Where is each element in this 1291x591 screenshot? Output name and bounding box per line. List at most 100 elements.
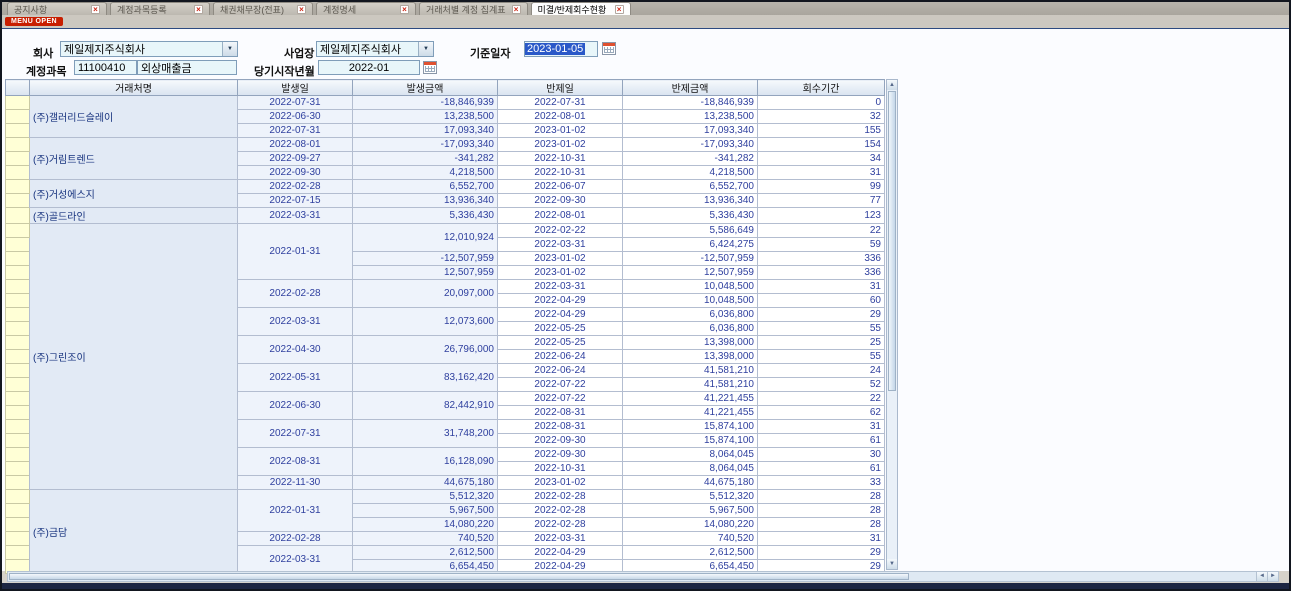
row-selector[interactable] xyxy=(6,152,30,166)
occurrence-amount-cell[interactable]: 2,612,500 xyxy=(353,546,498,560)
occurrence-amount-cell[interactable]: 12,507,959 xyxy=(353,266,498,280)
occurrence-amount-cell[interactable]: 16,128,090 xyxy=(353,448,498,476)
collection-days-cell[interactable]: 34 xyxy=(758,152,885,166)
settlement-amount-cell[interactable]: 41,221,455 xyxy=(623,406,758,420)
chevron-down-icon[interactable]: ▼ xyxy=(418,42,433,56)
occurrence-amount-cell[interactable]: 6,552,700 xyxy=(353,180,498,194)
settlement-date-cell[interactable]: 2022-06-24 xyxy=(498,364,623,378)
occurrence-date-cell[interactable]: 2022-07-31 xyxy=(238,124,353,138)
collection-days-cell[interactable]: 154 xyxy=(758,138,885,152)
occurrence-date-cell[interactable]: 2022-03-31 xyxy=(238,308,353,336)
row-selector[interactable] xyxy=(6,392,30,406)
settlement-amount-cell[interactable]: 13,936,340 xyxy=(623,194,758,208)
occurrence-date-cell[interactable]: 2022-06-30 xyxy=(238,392,353,420)
settlement-amount-cell[interactable]: 10,048,500 xyxy=(623,294,758,308)
occurrence-date-cell[interactable]: 2022-09-27 xyxy=(238,152,353,166)
occurrence-amount-cell[interactable]: 26,796,000 xyxy=(353,336,498,364)
collection-days-cell[interactable]: 24 xyxy=(758,364,885,378)
site-select[interactable]: 제일제지주식회사 ▼ xyxy=(316,41,434,57)
settlement-amount-cell[interactable]: 5,336,430 xyxy=(623,208,758,224)
tab-item-4[interactable]: 거래처별 계정 집계표× xyxy=(419,2,528,15)
row-selector[interactable] xyxy=(6,96,30,110)
horizontal-scrollbar[interactable]: ◄ ► xyxy=(7,571,1279,582)
customer-cell[interactable]: (주)그린조이 xyxy=(30,224,238,490)
settlement-date-cell[interactable]: 2022-09-30 xyxy=(498,434,623,448)
settlement-amount-cell[interactable]: -17,093,340 xyxy=(623,138,758,152)
row-selector[interactable] xyxy=(6,294,30,308)
occurrence-amount-cell[interactable]: 12,073,600 xyxy=(353,308,498,336)
scroll-left-icon[interactable]: ◄ xyxy=(1256,572,1267,581)
settlement-date-cell[interactable]: 2022-02-28 xyxy=(498,490,623,504)
settlement-amount-cell[interactable]: 13,238,500 xyxy=(623,110,758,124)
occurrence-date-cell[interactable]: 2022-11-30 xyxy=(238,476,353,490)
row-selector[interactable] xyxy=(6,448,30,462)
occurrence-amount-cell[interactable]: 5,336,430 xyxy=(353,208,498,224)
tab-close-icon[interactable]: × xyxy=(91,5,100,14)
collection-days-cell[interactable]: 31 xyxy=(758,166,885,180)
settlement-date-cell[interactable]: 2022-10-31 xyxy=(498,462,623,476)
occurrence-amount-cell[interactable]: 13,936,340 xyxy=(353,194,498,208)
occurrence-amount-cell[interactable]: 17,093,340 xyxy=(353,124,498,138)
occurrence-amount-cell[interactable]: 44,675,180 xyxy=(353,476,498,490)
row-selector[interactable] xyxy=(6,110,30,124)
collection-days-cell[interactable]: 32 xyxy=(758,110,885,124)
settlement-amount-cell[interactable]: 14,080,220 xyxy=(623,518,758,532)
occurrence-date-cell[interactable]: 2022-08-31 xyxy=(238,448,353,476)
row-selector[interactable] xyxy=(6,364,30,378)
settlement-amount-cell[interactable]: 12,507,959 xyxy=(623,266,758,280)
scroll-down-icon[interactable]: ▼ xyxy=(887,559,897,569)
occurrence-date-cell[interactable]: 2022-02-28 xyxy=(238,532,353,546)
settlement-date-cell[interactable]: 2022-08-31 xyxy=(498,406,623,420)
settlement-date-cell[interactable]: 2022-03-31 xyxy=(498,532,623,546)
settlement-date-cell[interactable]: 2022-09-30 xyxy=(498,194,623,208)
collection-days-cell[interactable]: 25 xyxy=(758,336,885,350)
settlement-date-cell[interactable]: 2022-05-25 xyxy=(498,322,623,336)
occurrence-date-cell[interactable]: 2022-02-28 xyxy=(238,180,353,194)
occurrence-date-cell[interactable]: 2022-02-28 xyxy=(238,280,353,308)
settlement-amount-cell[interactable]: 740,520 xyxy=(623,532,758,546)
settlement-amount-cell[interactable]: 41,581,210 xyxy=(623,378,758,392)
collection-days-cell[interactable]: 62 xyxy=(758,406,885,420)
grid-vertical-scrollbar[interactable]: ▲ ▼ xyxy=(886,79,898,570)
settlement-amount-cell[interactable]: 13,398,000 xyxy=(623,350,758,364)
settlement-date-cell[interactable]: 2022-04-29 xyxy=(498,294,623,308)
settlement-amount-cell[interactable]: 5,512,320 xyxy=(623,490,758,504)
settlement-amount-cell[interactable]: 8,064,045 xyxy=(623,462,758,476)
occurrence-amount-cell[interactable]: 14,080,220 xyxy=(353,518,498,532)
row-selector[interactable] xyxy=(6,252,30,266)
menu-open-button[interactable]: MENU OPEN xyxy=(5,17,63,26)
scroll-up-icon[interactable]: ▲ xyxy=(887,80,897,90)
settlement-amount-cell[interactable]: -341,282 xyxy=(623,152,758,166)
collection-days-cell[interactable]: 31 xyxy=(758,280,885,294)
collection-days-cell[interactable]: 31 xyxy=(758,420,885,434)
settlement-amount-cell[interactable]: 5,586,649 xyxy=(623,224,758,238)
account-code-input[interactable]: 11100410 xyxy=(74,60,137,75)
collection-days-cell[interactable]: 59 xyxy=(758,238,885,252)
settlement-date-cell[interactable]: 2022-04-29 xyxy=(498,308,623,322)
collection-days-cell[interactable]: 28 xyxy=(758,504,885,518)
settlement-amount-cell[interactable]: -18,846,939 xyxy=(623,96,758,110)
row-selector[interactable] xyxy=(6,406,30,420)
occurrence-date-cell[interactable]: 2022-01-31 xyxy=(238,490,353,532)
occurrence-date-cell[interactable]: 2022-08-01 xyxy=(238,138,353,152)
calendar-icon[interactable] xyxy=(423,61,437,74)
column-header-4[interactable]: 반제금액 xyxy=(623,80,758,96)
collection-days-cell[interactable]: 22 xyxy=(758,224,885,238)
collection-days-cell[interactable]: 336 xyxy=(758,252,885,266)
collection-days-cell[interactable]: 55 xyxy=(758,350,885,364)
scroll-right-icon[interactable]: ► xyxy=(1267,572,1278,581)
customer-cell[interactable]: (주)금담 xyxy=(30,490,238,574)
occurrence-date-cell[interactable]: 2022-06-30 xyxy=(238,110,353,124)
collection-days-cell[interactable]: 0 xyxy=(758,96,885,110)
row-selector[interactable] xyxy=(6,378,30,392)
company-select[interactable]: 제일제지주식회사 ▼ xyxy=(60,41,238,57)
occurrence-amount-cell[interactable]: 5,512,320 xyxy=(353,490,498,504)
settlement-amount-cell[interactable]: 6,552,700 xyxy=(623,180,758,194)
collection-days-cell[interactable]: 22 xyxy=(758,392,885,406)
row-selector[interactable] xyxy=(6,434,30,448)
row-selector[interactable] xyxy=(6,166,30,180)
collection-days-cell[interactable]: 99 xyxy=(758,180,885,194)
collection-days-cell[interactable]: 60 xyxy=(758,294,885,308)
calendar-icon[interactable] xyxy=(602,42,616,55)
settlement-amount-cell[interactable]: 5,967,500 xyxy=(623,504,758,518)
